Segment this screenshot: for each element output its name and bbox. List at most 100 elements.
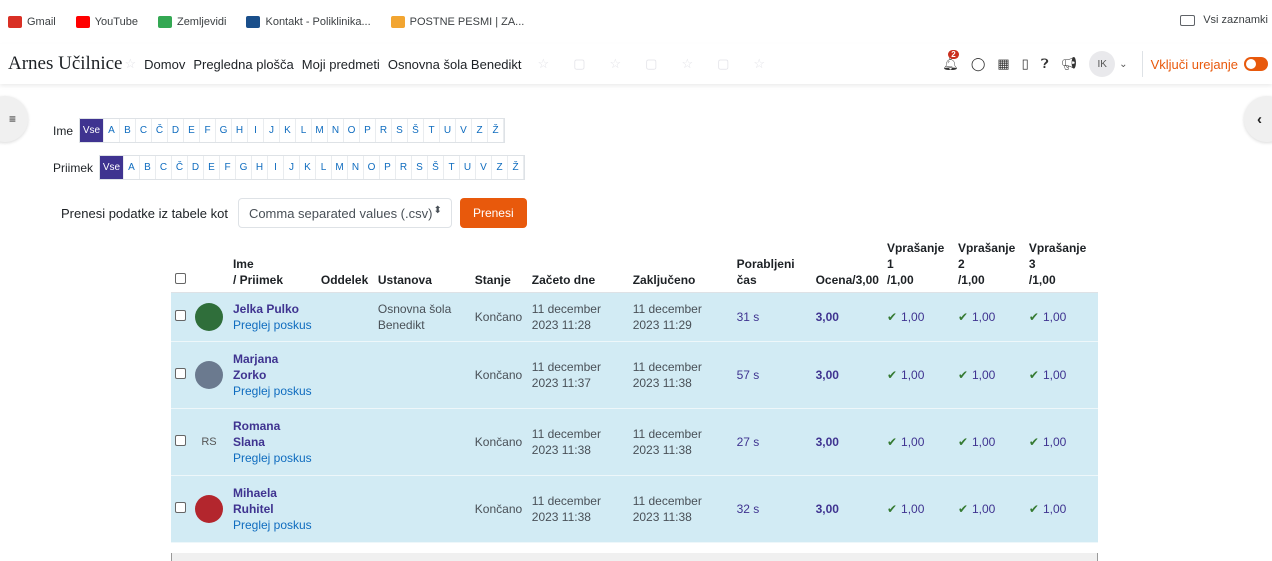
student-name[interactable]: Ruhitel — [233, 502, 274, 516]
notifications-bell-icon[interactable]: 🔔︎ 2 — [942, 50, 959, 72]
last-name-letter[interactable]: Ž — [508, 156, 525, 179]
last-name-letter[interactable]: G — [236, 156, 253, 179]
col-state[interactable]: Stanje — [470, 236, 528, 293]
question-mark-cell[interactable]: ✔ 1,00 — [1024, 475, 1098, 543]
last-name-letter[interactable]: N — [348, 156, 365, 179]
last-name-letter[interactable]: R — [396, 156, 413, 179]
col-q1[interactable]: Vprašanje 1/1,00 — [882, 236, 954, 293]
bookmark-item[interactable]: POSTNE PESMI | ZA... — [390, 16, 524, 28]
download-format-select[interactable]: Comma separated values (.csv) — [237, 198, 452, 228]
first-name-letter[interactable]: F — [200, 119, 217, 142]
row-checkbox[interactable] — [175, 310, 186, 321]
first-name-letter[interactable]: E — [184, 119, 201, 142]
row-checkbox[interactable] — [175, 368, 186, 379]
user-photo-avatar[interactable] — [194, 361, 223, 389]
first-name-letter[interactable]: V — [456, 119, 473, 142]
first-name-letter[interactable]: T — [424, 119, 441, 142]
last-name-letter[interactable]: H — [252, 156, 269, 179]
first-name-letter[interactable]: D — [168, 119, 185, 142]
first-name-letter[interactable]: C — [136, 119, 153, 142]
last-name-letter[interactable]: C — [156, 156, 173, 179]
col-time[interactable]: Porabljeni čas — [732, 236, 812, 293]
col-started[interactable]: Začeto dne — [527, 236, 629, 293]
first-name-letter[interactable]: A — [104, 119, 121, 142]
question-mark-cell[interactable]: ✔ 1,00 — [882, 408, 954, 476]
open-course-index-button[interactable]: ≡ — [0, 96, 28, 142]
last-name-letter[interactable]: L — [316, 156, 333, 179]
first-name-letter[interactable]: K — [280, 119, 297, 142]
question-mark-cell[interactable]: ✔ 1,00 — [953, 475, 1025, 543]
first-name-letter[interactable]: J — [264, 119, 281, 142]
user-avatar[interactable]: IK — [1089, 51, 1116, 77]
first-name-letter[interactable]: Ž — [488, 119, 505, 142]
first-name-letter[interactable]: O — [344, 119, 361, 142]
nav-home[interactable]: Domov — [144, 57, 185, 72]
question-mark-cell[interactable]: ✔ 1,00 — [882, 292, 954, 342]
last-name-letter[interactable]: E — [204, 156, 221, 179]
grade-link[interactable]: 3,00 — [816, 502, 839, 516]
nav-dashboard[interactable]: Pregledna plošča — [193, 57, 293, 72]
last-name-letter[interactable]: U — [460, 156, 477, 179]
megaphone-icon[interactable]: 📢︎ — [1061, 56, 1078, 72]
first-name-letter[interactable]: U — [440, 119, 457, 142]
review-attempt-link[interactable]: Preglej poskus — [233, 317, 313, 333]
last-name-letter[interactable]: J — [284, 156, 301, 179]
open-block-drawer-button[interactable]: ‹ — [1244, 96, 1272, 142]
last-name-letter[interactable]: F — [220, 156, 237, 179]
first-name-letter[interactable]: H — [232, 119, 249, 142]
question-mark-cell[interactable]: ✔ 1,00 — [953, 408, 1025, 476]
last-name-letter[interactable]: D — [188, 156, 205, 179]
first-name-letter[interactable]: N — [328, 119, 345, 142]
last-name-letter[interactable]: I — [268, 156, 285, 179]
grade-link[interactable]: 3,00 — [816, 435, 839, 449]
last-name-letter[interactable]: M — [332, 156, 349, 179]
site-brand[interactable]: Arnes Učilnice — [8, 53, 122, 75]
all-bookmarks-button[interactable]: Vsi zaznamki — [1180, 14, 1268, 26]
question-mark-cell[interactable]: ✔ 1,00 — [1024, 292, 1098, 342]
device-icon[interactable]: ▯ — [1022, 56, 1029, 72]
col-department[interactable]: Oddelek — [316, 236, 374, 293]
first-name-all[interactable]: Vse — [80, 119, 105, 142]
first-name-letter[interactable]: Š — [408, 119, 425, 142]
first-name-letter[interactable]: Z — [472, 119, 489, 142]
last-name-letter[interactable]: Č — [172, 156, 189, 179]
review-attempt-link[interactable]: Preglej poskus — [233, 517, 313, 533]
col-institution[interactable]: Ustanova — [373, 236, 471, 293]
user-photo-avatar[interactable] — [194, 495, 223, 523]
bookmark-item[interactable]: Zemljevidi — [157, 16, 226, 28]
user-photo-avatar[interactable] — [194, 303, 223, 331]
student-name[interactable]: Marjana — [233, 352, 278, 366]
first-name-letter[interactable]: L — [296, 119, 313, 142]
user-initials-avatar[interactable]: RS — [194, 428, 223, 456]
select-all-checkbox[interactable] — [175, 273, 186, 284]
student-name[interactable]: Romana — [233, 419, 280, 433]
last-name-letter[interactable]: B — [140, 156, 157, 179]
last-name-letter[interactable]: O — [364, 156, 381, 179]
last-name-letter[interactable]: A — [124, 156, 141, 179]
last-name-letter[interactable]: T — [444, 156, 461, 179]
last-name-all[interactable]: Vse — [100, 156, 125, 179]
question-mark-cell[interactable]: ✔ 1,00 — [882, 341, 954, 409]
row-checkbox[interactable] — [175, 435, 186, 446]
last-name-letter[interactable]: Š — [428, 156, 445, 179]
first-name-letter[interactable]: P — [360, 119, 377, 142]
question-mark-cell[interactable]: ✔ 1,00 — [1024, 341, 1098, 409]
nav-my-courses[interactable]: Moji predmeti — [302, 57, 380, 72]
first-name-letter[interactable]: R — [376, 119, 393, 142]
col-completed[interactable]: Zaključeno — [628, 236, 733, 293]
question-mark-cell[interactable]: ✔ 1,00 — [953, 341, 1025, 409]
first-name-letter[interactable]: Č — [152, 119, 169, 142]
student-name[interactable]: Zorko — [233, 368, 266, 382]
edit-mode-toggle[interactable] — [1244, 57, 1268, 71]
help-icon[interactable]: ❓︎ — [1041, 56, 1049, 72]
student-name[interactable]: Slana — [233, 435, 265, 449]
review-attempt-link[interactable]: Preglej poskus — [233, 450, 313, 466]
last-name-letter[interactable]: K — [300, 156, 317, 179]
question-mark-cell[interactable]: ✔ 1,00 — [1024, 408, 1098, 476]
download-button[interactable]: Prenesi — [459, 198, 527, 228]
col-grade[interactable]: Ocena/3,00 — [811, 236, 883, 293]
books-icon[interactable]: ▦ — [997, 56, 1009, 72]
first-name-letter[interactable]: B — [120, 119, 137, 142]
col-q2[interactable]: Vprašanje 2/1,00 — [953, 236, 1025, 293]
bookmark-item[interactable]: Kontakt - Poliklinika... — [246, 16, 371, 28]
